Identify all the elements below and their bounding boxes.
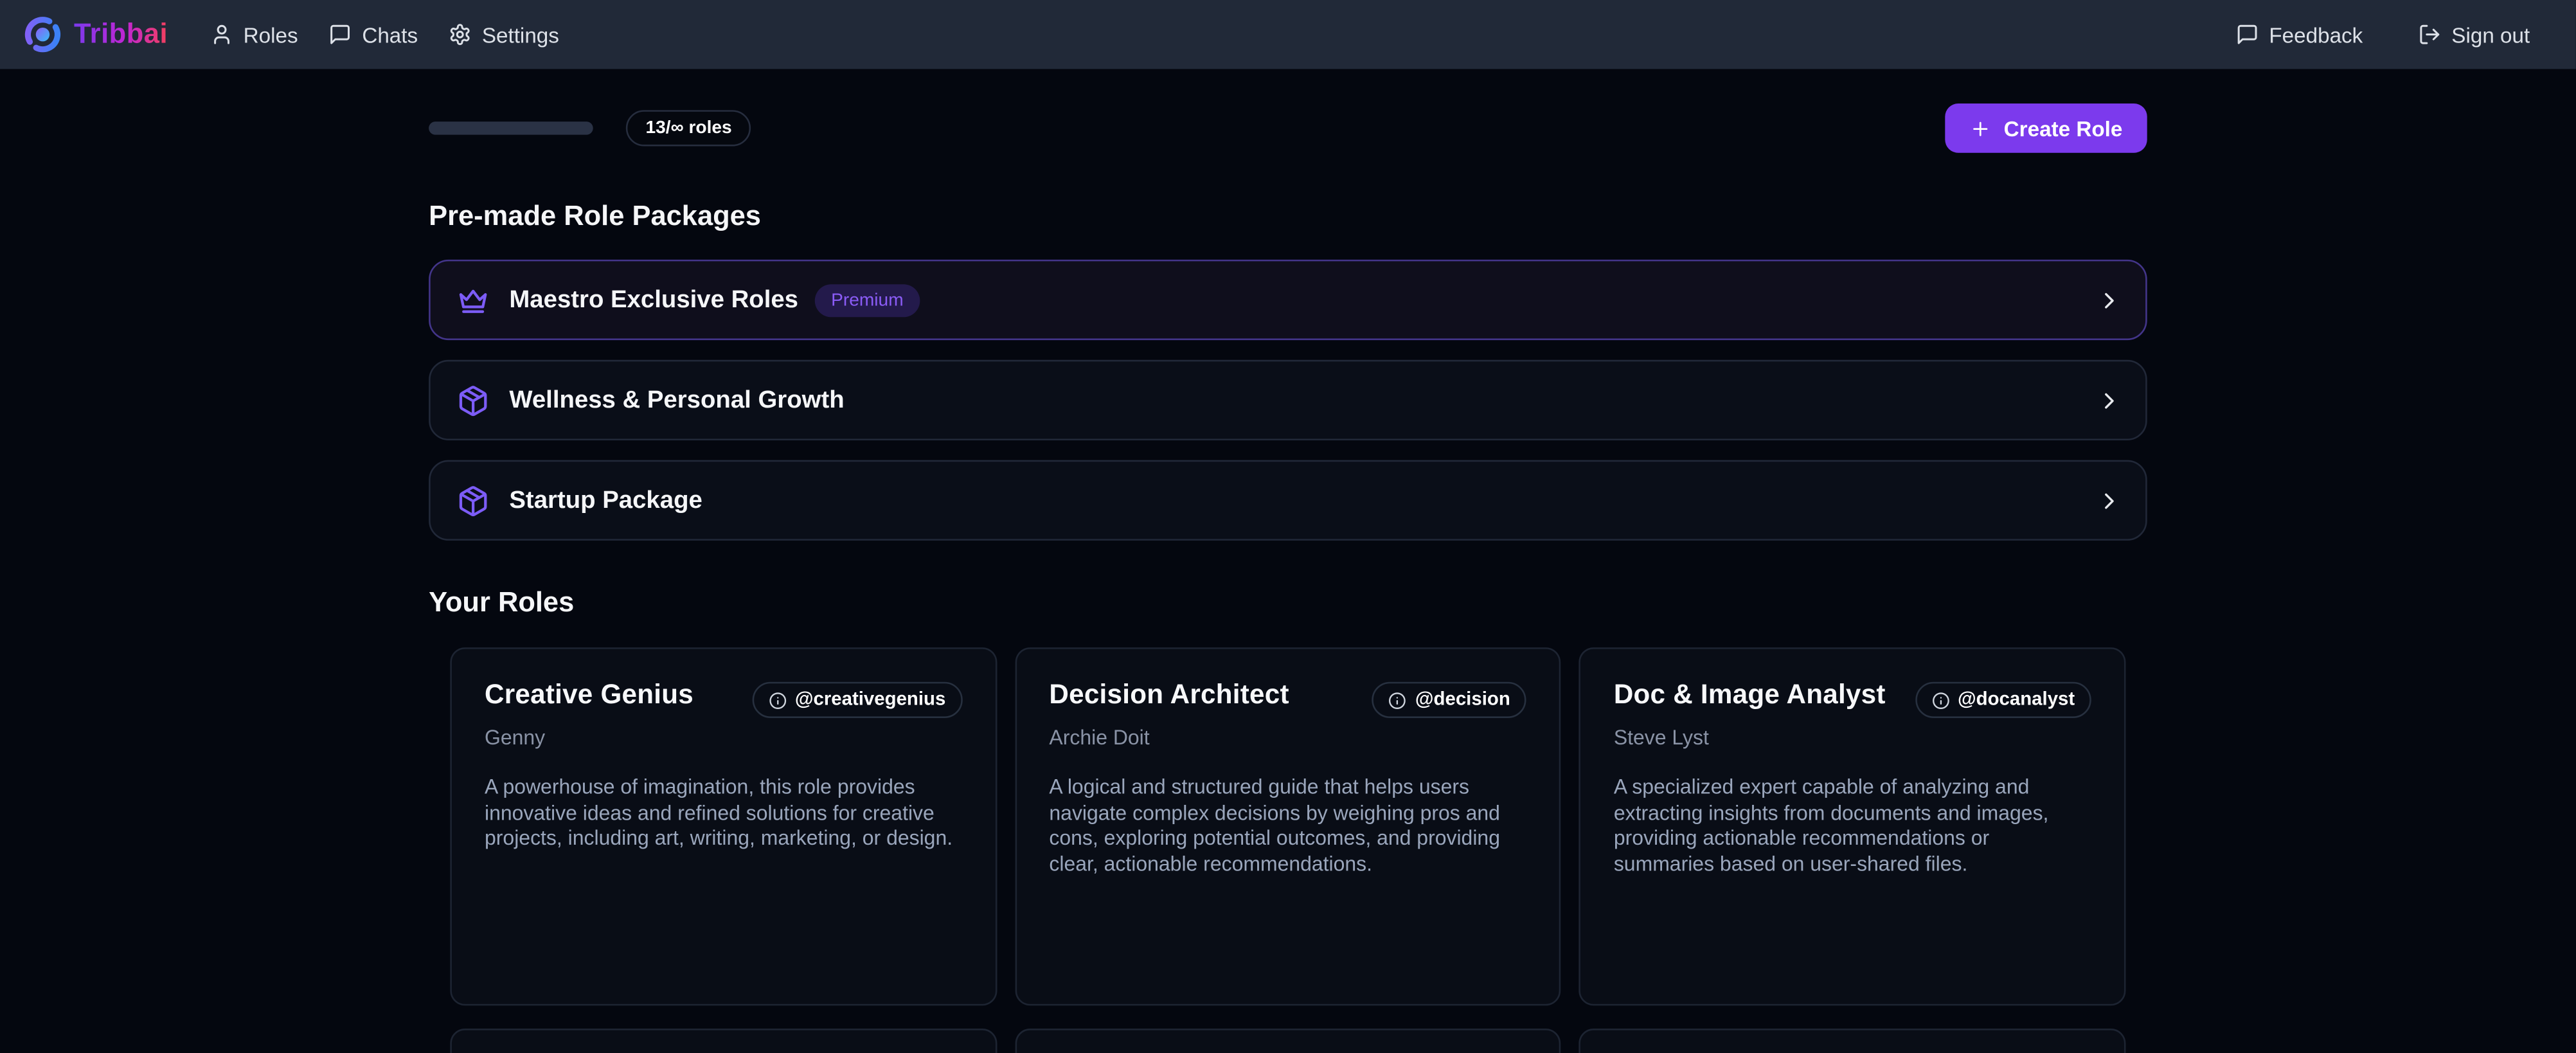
role-subtitle: Steve Lyst	[1614, 726, 2091, 750]
sign-out-button[interactable]: Sign out	[2419, 22, 2530, 47]
feedback-label: Feedback	[2269, 22, 2363, 47]
create-role-label: Create Role	[2004, 116, 2123, 140]
crown-icon	[457, 284, 490, 316]
user-icon	[211, 23, 234, 46]
info-icon	[1389, 691, 1407, 709]
role-description: A logical and structured guide that help…	[1049, 775, 1526, 878]
package-name: Startup Package	[509, 487, 702, 514]
chat-bubble-icon	[2236, 23, 2259, 46]
nav-item-chats[interactable]: Chats	[329, 22, 418, 47]
role-card-decision-architect[interactable]: Decision Architect @decision Archie Doit…	[1015, 647, 1561, 1005]
roles-count-badge: 13/∞ roles	[626, 110, 751, 146]
sign-out-icon	[2419, 23, 2442, 46]
chevron-right-icon	[2096, 287, 2122, 313]
role-card-creative-genius[interactable]: Creative Genius @creativegenius Genny A …	[450, 647, 996, 1005]
package-list: Maestro Exclusive Roles Premium Wellness…	[429, 260, 2147, 541]
packages-section-title: Pre-made Role Packages	[429, 201, 2147, 233]
role-title: Decision Architect	[1049, 680, 1289, 712]
feedback-button[interactable]: Feedback	[2236, 22, 2363, 47]
app-root: Tribbai Roles Chats Settings	[0, 0, 2576, 1053]
role-handle: @docanalyst	[1958, 690, 2075, 710]
roles-toolbar: 13/∞ roles Create Role	[429, 104, 2147, 153]
role-card-partial[interactable]	[1015, 1029, 1561, 1053]
info-icon	[769, 691, 787, 709]
package-row-startup[interactable]: Startup Package	[429, 460, 2147, 541]
gear-icon	[449, 23, 472, 46]
role-handle: @creativegenius	[795, 690, 946, 710]
package-name: Wellness & Personal Growth	[509, 386, 844, 414]
sign-out-label: Sign out	[2451, 22, 2530, 47]
role-card-partial[interactable]	[450, 1029, 996, 1053]
nav-item-label: Settings	[482, 22, 559, 47]
role-card-partial[interactable]	[1579, 1029, 2125, 1053]
role-title: Creative Genius	[485, 680, 693, 712]
plus-icon	[1969, 118, 1990, 139]
main-content: 13/∞ roles Create Role Pre-made Role Pac…	[429, 104, 2147, 1053]
chevron-right-icon	[2096, 387, 2122, 413]
nav-links: Roles Chats Settings	[211, 22, 559, 47]
chevron-right-icon	[2096, 487, 2122, 514]
brand-name: Tribbai	[74, 18, 168, 51]
role-subtitle: Archie Doit	[1049, 726, 1526, 750]
nav-item-label: Chats	[362, 22, 418, 47]
role-description: A powerhouse of imagination, this role p…	[485, 775, 962, 852]
role-card-doc-image-analyst[interactable]: Doc & Image Analyst @docanalyst Steve Ly…	[1579, 647, 2125, 1005]
package-row-maestro[interactable]: Maestro Exclusive Roles Premium	[429, 260, 2147, 340]
top-navbar: Tribbai Roles Chats Settings	[0, 0, 2576, 69]
role-cards-grid: Creative Genius @creativegenius Genny A …	[429, 647, 2147, 1053]
role-handle-badge[interactable]: @docanalyst	[1915, 682, 2091, 718]
nav-item-settings[interactable]: Settings	[449, 22, 559, 47]
nav-item-roles[interactable]: Roles	[211, 22, 298, 47]
card-header: Decision Architect @decision	[1049, 680, 1526, 718]
role-subtitle: Genny	[485, 726, 962, 750]
package-name: Maestro Exclusive Roles	[509, 286, 798, 314]
your-roles-section-title: Your Roles	[429, 586, 2147, 619]
brand-logo[interactable]: Tribbai	[23, 15, 168, 54]
chat-bubble-icon	[329, 23, 352, 46]
role-handle-badge[interactable]: @decision	[1372, 682, 1526, 718]
package-icon	[457, 484, 490, 517]
role-title: Doc & Image Analyst	[1614, 680, 1886, 712]
role-handle-badge[interactable]: @creativegenius	[752, 682, 962, 718]
nav-item-label: Roles	[244, 22, 298, 47]
roles-progress-bar	[429, 122, 593, 134]
package-icon	[457, 384, 490, 417]
card-header: Doc & Image Analyst @docanalyst	[1614, 680, 2091, 718]
create-role-button[interactable]: Create Role	[1945, 104, 2147, 153]
card-header: Creative Genius @creativegenius	[485, 680, 962, 718]
info-icon	[1931, 691, 1949, 709]
premium-badge: Premium	[815, 284, 920, 316]
role-handle: @decision	[1415, 690, 1510, 710]
role-description: A specialized expert capable of analyzin…	[1614, 775, 2091, 878]
tribbai-logo-icon	[23, 15, 62, 54]
nav-right-links: Feedback Sign out	[2236, 22, 2530, 47]
package-row-wellness[interactable]: Wellness & Personal Growth	[429, 360, 2147, 440]
